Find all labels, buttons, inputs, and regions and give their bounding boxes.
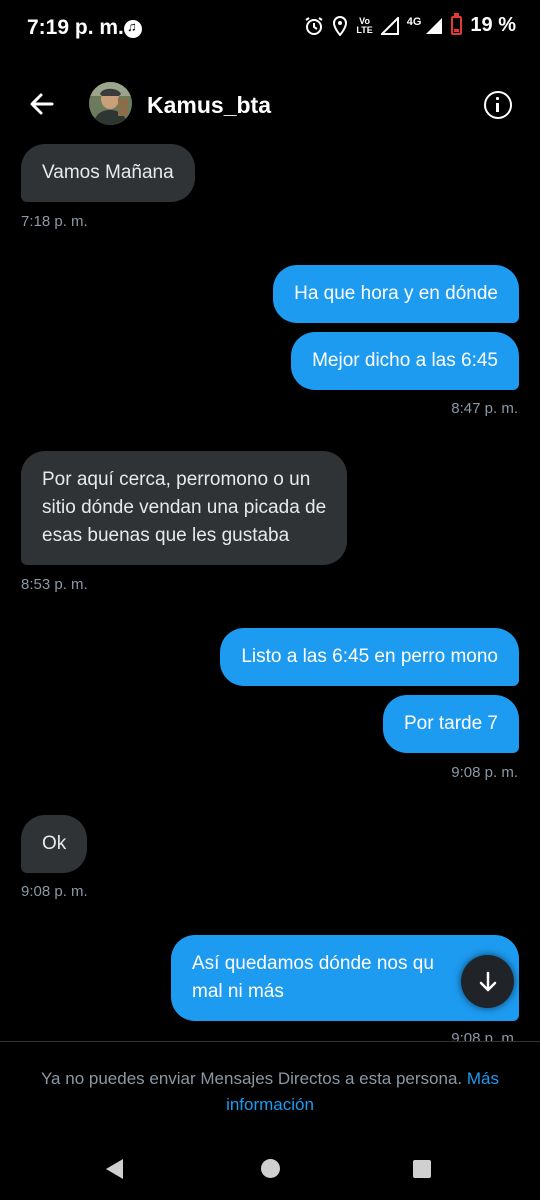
- message-line: Por aquí cerca, perromono o un: [42, 469, 311, 490]
- status-time: 7:19 p. m.: [27, 16, 124, 39]
- notice-message: Ya no puedes enviar Mensajes Directos a …: [40, 1069, 463, 1088]
- nav-home-icon[interactable]: [261, 1159, 280, 1178]
- message-line: mal ni más: [192, 981, 284, 1002]
- battery-icon: [451, 13, 463, 35]
- nav-back-icon[interactable]: [106, 1159, 123, 1179]
- message-incoming[interactable]: Ok: [21, 815, 88, 873]
- notice-text: Ya no puedes enviar Mensajes Directos a …: [0, 1066, 540, 1118]
- message-incoming[interactable]: Por aquí cerca, perromono o un sitio dón…: [21, 451, 348, 565]
- message-outgoing[interactable]: Por tarde 7: [383, 695, 519, 753]
- message-outgoing[interactable]: Mejor dicho a las 6:45: [291, 332, 519, 390]
- battery-fill: [454, 29, 460, 32]
- message-timestamp: 7:18 p. m.: [21, 213, 88, 230]
- signal-icon: [380, 16, 399, 35]
- message-timestamp: 9:08 p. m.: [451, 764, 518, 781]
- info-icon[interactable]: [484, 91, 512, 119]
- system-nav-bar: [0, 1140, 540, 1200]
- message-timestamp: 8:47 p. m.: [451, 400, 518, 417]
- nav-recents-icon[interactable]: [413, 1160, 431, 1178]
- location-icon: [332, 15, 348, 36]
- message-line: sitio dónde vendan una picada de: [42, 497, 327, 518]
- message-incoming[interactable]: Vamos Mañana: [21, 144, 195, 202]
- message-outgoing[interactable]: Listo a las 6:45 en perro mono: [220, 628, 519, 686]
- music-icon: [124, 19, 142, 38]
- message-timestamp: 8:53 p. m.: [21, 576, 88, 593]
- scroll-to-bottom-button[interactable]: [461, 955, 514, 1008]
- contact-name[interactable]: Kamus_bta: [147, 92, 271, 119]
- conversation-header: Kamus_bta: [0, 70, 540, 140]
- status-icons: Vo LTE 4G 19 %: [304, 13, 516, 37]
- arrow-down-icon: [479, 971, 496, 991]
- back-arrow-icon[interactable]: [26, 88, 58, 120]
- avatar[interactable]: [89, 82, 132, 125]
- dm-screen: 7:19 p. m. Vo LTE 4G 19 %: [0, 0, 540, 1200]
- volte-label-bottom: LTE: [356, 24, 373, 35]
- message-timestamp: 9:08 p. m.: [21, 883, 88, 900]
- battery-percent: 19 %: [470, 14, 516, 36]
- status-bar: 7:19 p. m. Vo LTE 4G 19 %: [0, 0, 540, 58]
- dm-disabled-notice: Ya no puedes enviar Mensajes Directos a …: [0, 1042, 540, 1142]
- message-line: esas buenas que les gustaba: [42, 525, 290, 546]
- volte-icon: Vo LTE: [356, 16, 373, 35]
- alarm-icon: [304, 16, 324, 36]
- message-outgoing[interactable]: Ha que hora y en dónde: [273, 265, 519, 323]
- message-line: Así quedamos dónde nos qu: [192, 953, 434, 974]
- network-type: 4G: [406, 15, 422, 28]
- signal-icon: [425, 17, 443, 35]
